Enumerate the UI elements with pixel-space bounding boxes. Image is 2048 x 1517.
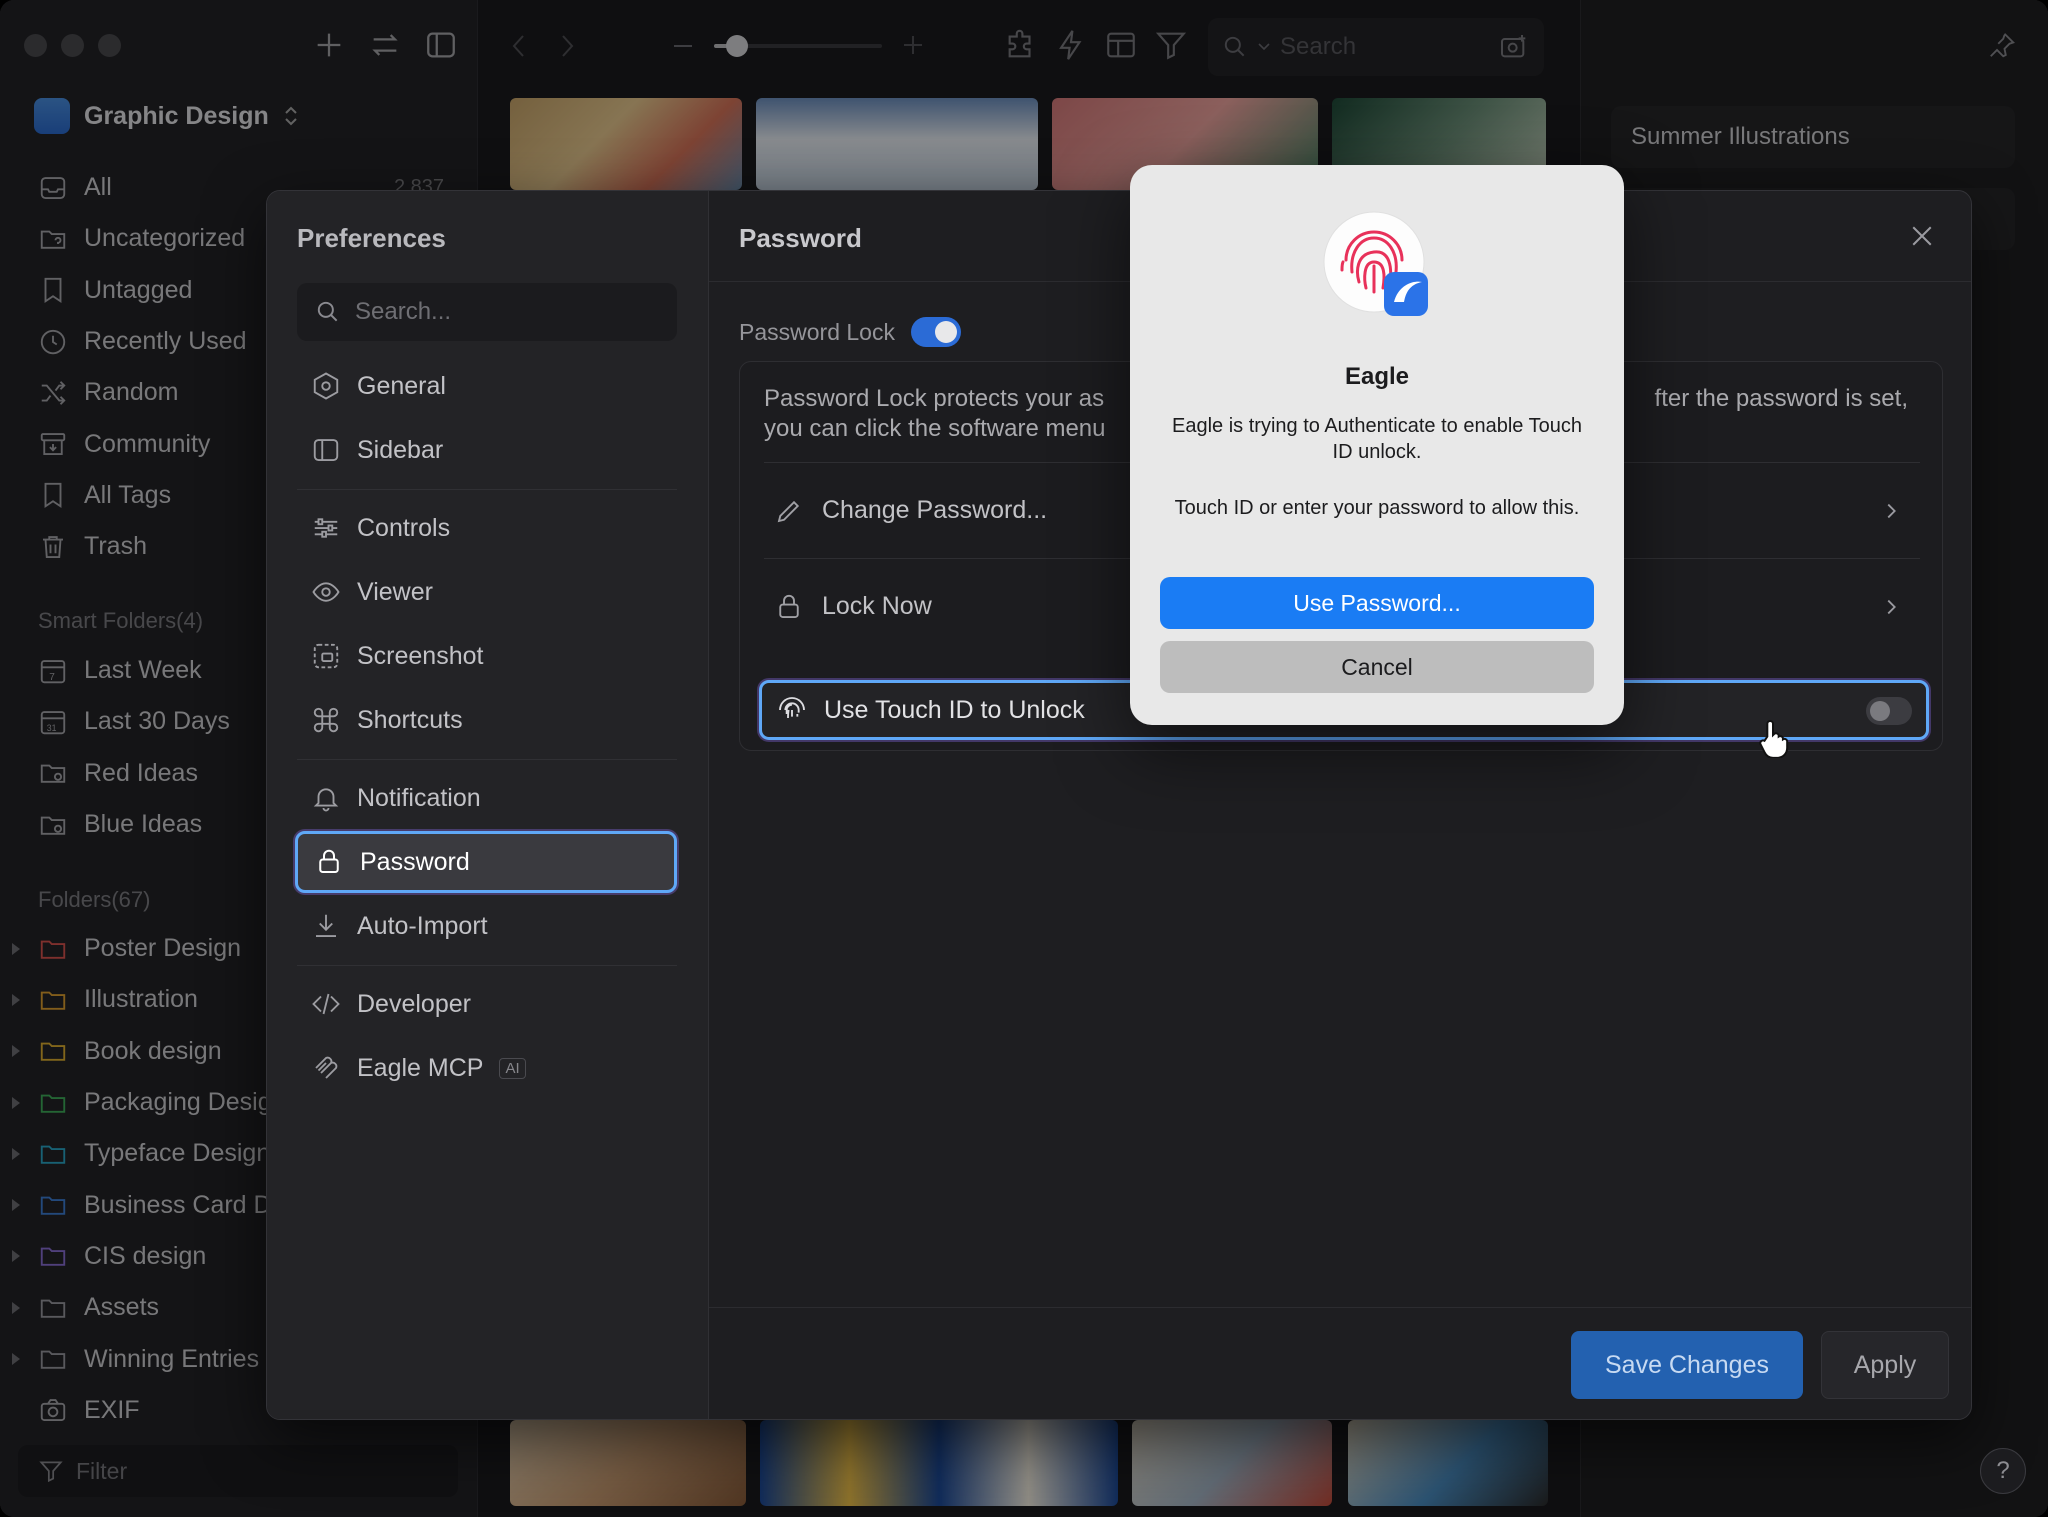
app-window: Graphic Design All 2,837 Uncategorized U… xyxy=(0,0,2048,1517)
pref-nav-password[interactable]: Password xyxy=(295,831,677,893)
close-icon[interactable] xyxy=(1907,221,1937,251)
save-changes-button[interactable]: Save Changes xyxy=(1571,1331,1803,1399)
mcp-icon xyxy=(315,1056,338,1079)
touch-id-auth-dialog: Eagle Eagle is trying to Authenticate to… xyxy=(1130,165,1624,725)
fingerprint-icon xyxy=(779,697,805,719)
ai-badge: AI xyxy=(499,1057,526,1079)
auth-message-secondary: Touch ID or enter your password to allow… xyxy=(1174,497,1580,519)
lock-now-label: Lock Now xyxy=(822,592,932,620)
use-password-button[interactable]: Use Password... xyxy=(1160,577,1594,629)
pref-nav-label: Screenshot xyxy=(357,641,484,670)
pref-nav-controls[interactable]: Controls xyxy=(295,497,677,559)
password-lock-label: Password Lock xyxy=(739,318,895,345)
search-icon xyxy=(317,301,338,322)
pref-nav-label: Developer xyxy=(357,989,471,1018)
command-icon xyxy=(313,707,339,733)
description-line-1-tail: fter the password is set, xyxy=(1654,385,1908,412)
nav-divider xyxy=(297,489,677,490)
sidebar-icon xyxy=(313,439,339,461)
preferences-nav: Preferences Search... General Sidebar Co… xyxy=(267,191,709,1419)
pref-nav-screenshot[interactable]: Screenshot xyxy=(295,625,677,687)
change-password-label: Change Password... xyxy=(822,496,1048,524)
bell-icon xyxy=(313,788,339,812)
screenshot-icon xyxy=(313,643,339,669)
password-lock-row: Password Lock xyxy=(739,317,961,347)
lock-icon xyxy=(779,594,799,618)
nav-divider xyxy=(297,759,677,760)
pref-nav-label: General xyxy=(357,371,446,400)
pref-nav-shortcuts[interactable]: Shortcuts xyxy=(295,689,677,751)
pref-nav-notification[interactable]: Notification xyxy=(295,767,677,829)
lock-icon xyxy=(319,849,339,873)
pref-nav-sidebar[interactable]: Sidebar xyxy=(295,419,677,481)
download-icon xyxy=(316,914,336,937)
touch-id-label: Use Touch ID to Unlock xyxy=(824,695,1085,724)
code-icon xyxy=(312,993,340,1015)
preferences-search-placeholder: Search... xyxy=(355,298,452,325)
description-line-1: Password Lock protects your as xyxy=(764,385,1105,412)
pref-nav-label: Auto-Import xyxy=(357,911,488,940)
pref-nav-eagle-mcp[interactable]: Eagle MCP AI xyxy=(295,1037,677,1099)
fingerprint-app-icon xyxy=(1323,211,1428,316)
pref-nav-label: Controls xyxy=(357,513,451,542)
auth-message: Eagle is trying to Authenticate to enabl… xyxy=(1172,415,1582,463)
chevron-right-icon xyxy=(1887,599,1896,614)
auth-app-name: Eagle xyxy=(1344,363,1410,390)
nav-divider xyxy=(297,965,677,966)
pref-nav-label: Viewer xyxy=(357,577,433,606)
touch-id-toggle[interactable] xyxy=(1866,697,1912,725)
pref-nav-auto-import[interactable]: Auto-Import xyxy=(295,895,677,957)
pref-nav-label: Sidebar xyxy=(357,435,444,464)
pref-nav-label: Password xyxy=(360,847,470,876)
sliders-icon xyxy=(314,518,338,538)
pref-nav-label: Shortcuts xyxy=(357,705,463,734)
pref-nav-developer[interactable]: Developer xyxy=(295,973,677,1035)
preferences-dialog: Preferences Search... General Sidebar Co… xyxy=(266,190,1972,1420)
chevron-right-icon xyxy=(1887,503,1896,518)
pref-nav-label: Notification xyxy=(357,783,481,812)
apply-button[interactable]: Apply xyxy=(1821,1331,1949,1399)
pref-nav-viewer[interactable]: Viewer xyxy=(295,561,677,623)
hand-cursor-icon xyxy=(1759,720,1789,758)
hexagon-gear-icon xyxy=(313,372,339,400)
preferences-search-input[interactable]: Search... xyxy=(297,283,677,341)
eye-icon xyxy=(312,582,340,602)
preferences-title: Preferences xyxy=(297,223,446,253)
pane-title: Password xyxy=(739,223,862,253)
password-lock-toggle[interactable] xyxy=(910,317,961,347)
footer-divider xyxy=(709,1307,1971,1308)
pref-nav-label: Eagle MCP xyxy=(357,1053,484,1082)
pref-nav-general[interactable]: General xyxy=(295,355,677,417)
pencil-icon xyxy=(777,500,800,522)
help-button[interactable]: ? xyxy=(1980,1448,2026,1494)
cancel-button[interactable]: Cancel xyxy=(1160,641,1594,693)
